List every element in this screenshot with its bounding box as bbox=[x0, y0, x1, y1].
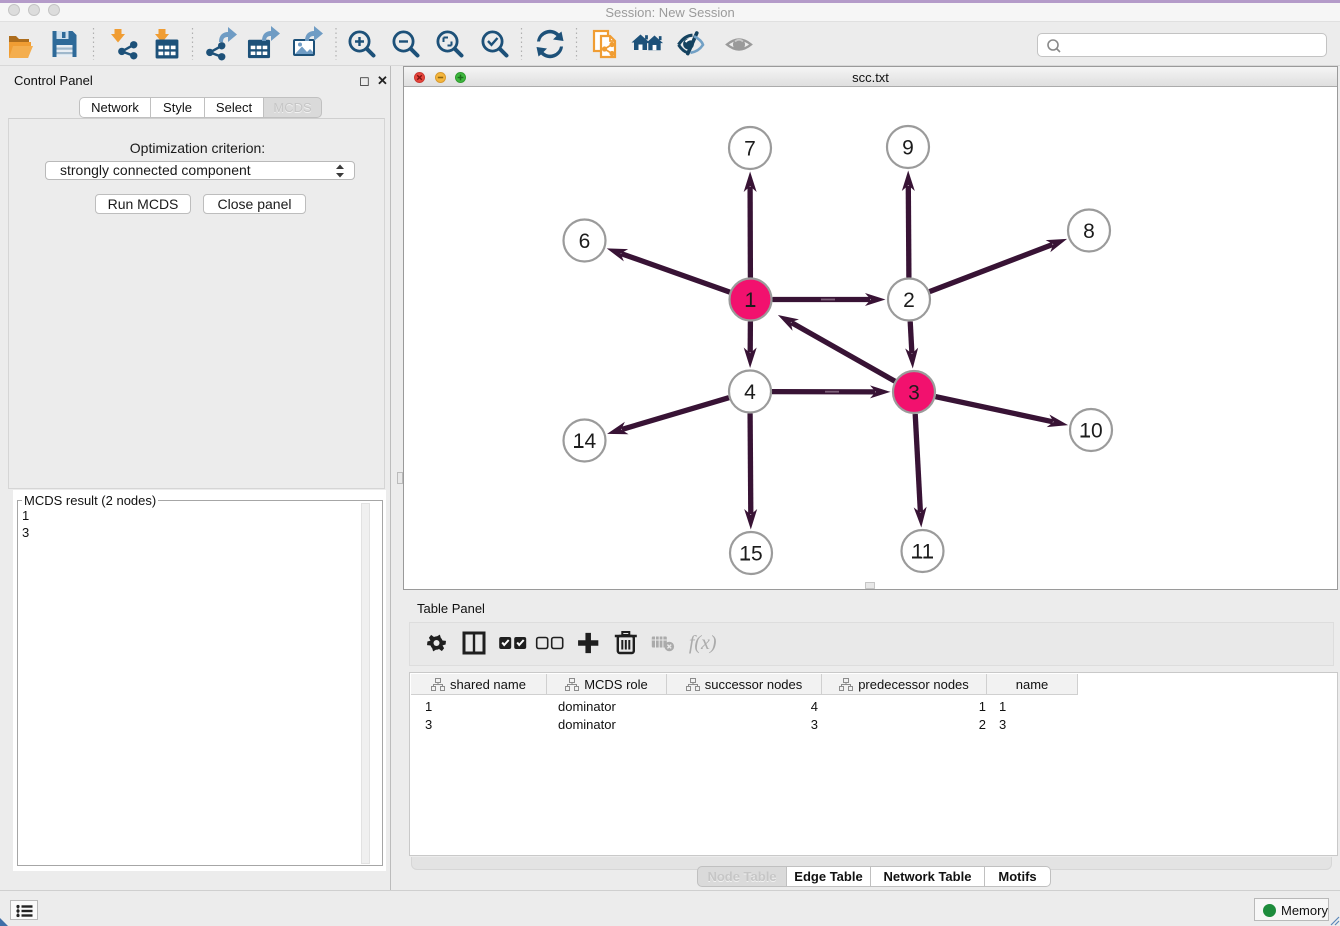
svg-text:8: 8 bbox=[1083, 220, 1095, 243]
svg-text:7: 7 bbox=[744, 138, 756, 161]
svg-text:3: 3 bbox=[908, 382, 920, 405]
svg-text:11: 11 bbox=[912, 541, 934, 564]
svg-text:f(x): f(x) bbox=[689, 632, 717, 654]
svg-text:10: 10 bbox=[1079, 420, 1102, 443]
svg-text:4: 4 bbox=[744, 381, 756, 404]
svg-text:14: 14 bbox=[573, 430, 597, 453]
svg-text:6: 6 bbox=[579, 230, 591, 253]
svg-text:2: 2 bbox=[903, 289, 915, 312]
svg-text:9: 9 bbox=[902, 137, 914, 160]
svg-text:15: 15 bbox=[739, 543, 762, 566]
svg-text:1: 1 bbox=[745, 289, 757, 312]
